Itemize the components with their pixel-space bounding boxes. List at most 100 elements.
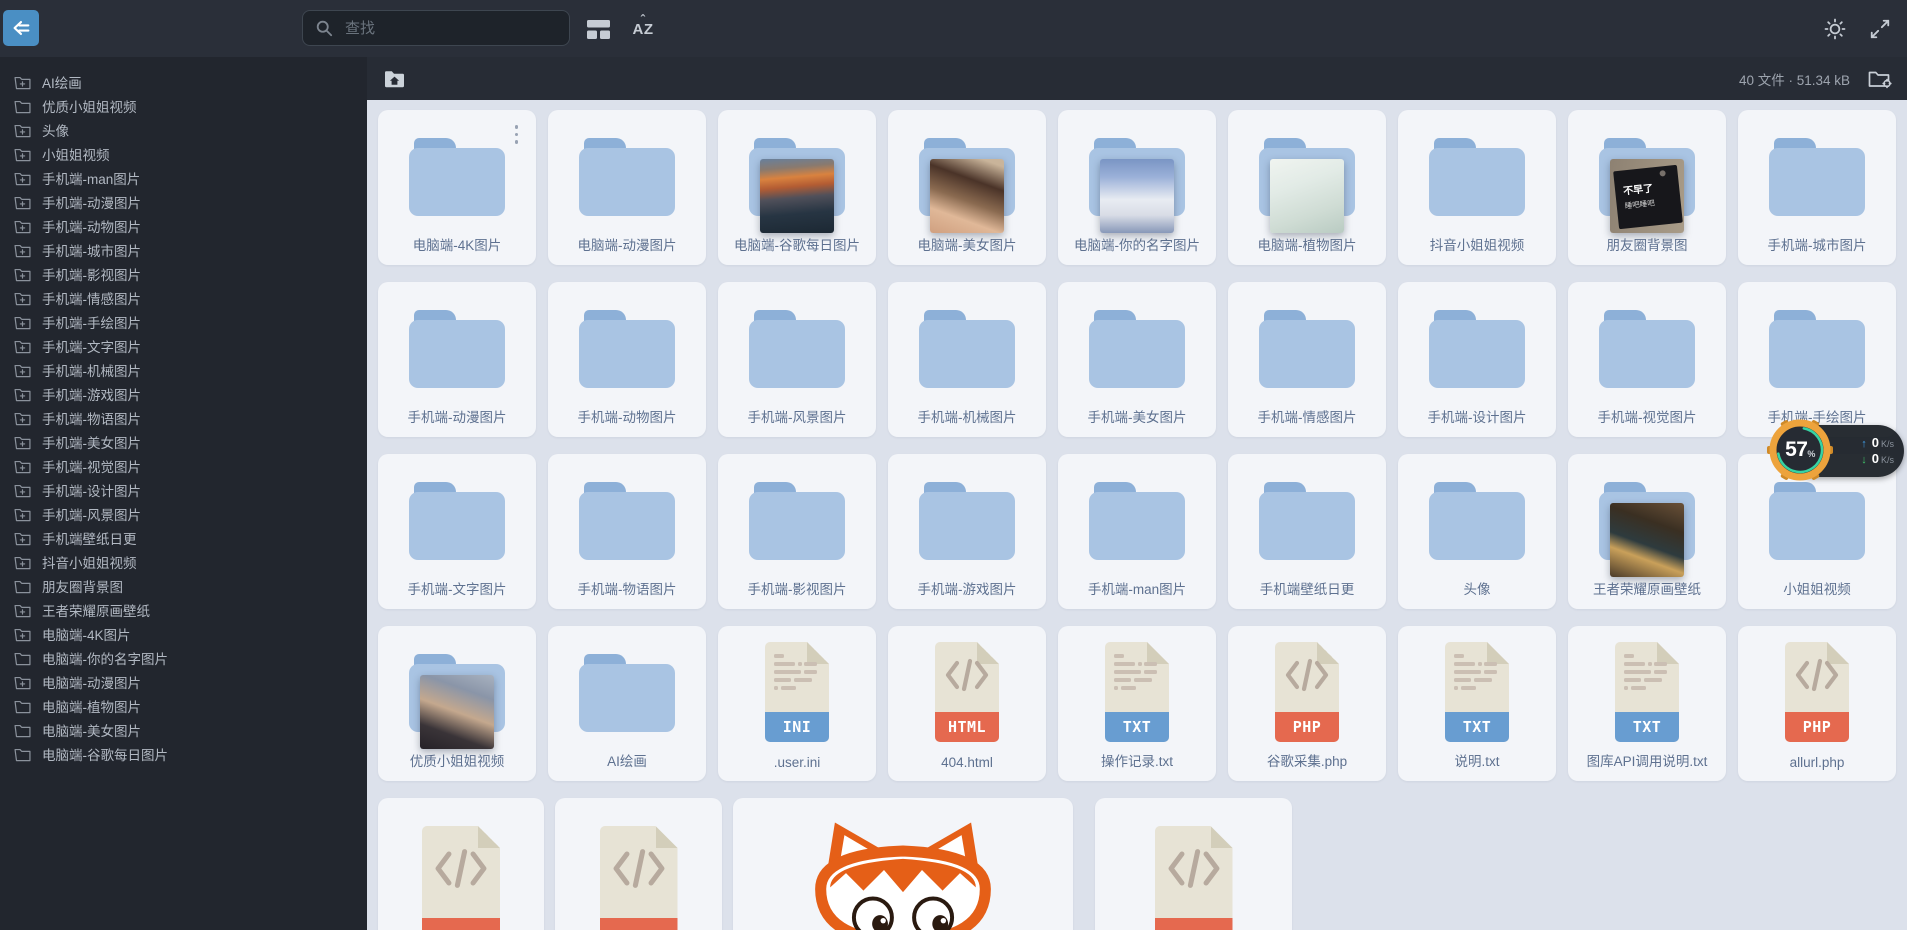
folder-card[interactable]: 手机端-影视图片 xyxy=(718,454,876,609)
sort-button[interactable]: AZ xyxy=(628,14,658,44)
sidebar-item[interactable]: 手机端-man图片 xyxy=(0,166,367,190)
sidebar-item[interactable]: 手机端-动漫图片 xyxy=(0,190,367,214)
folder-card[interactable]: 手机端-物语图片 xyxy=(548,454,706,609)
folder-card[interactable]: 手机端-动漫图片 xyxy=(378,282,536,437)
fullscreen-button[interactable] xyxy=(1865,14,1895,44)
folder-card[interactable]: 抖音小姐姐视频 xyxy=(1398,110,1556,265)
sidebar-item[interactable]: 手机端-文字图片 xyxy=(0,334,367,358)
sidebar-item[interactable]: 朋友圈背景图 xyxy=(0,574,367,598)
folder-card[interactable]: 手机端-游戏图片 xyxy=(888,454,1046,609)
folder-icon xyxy=(579,654,675,732)
folder-card[interactable]: 电脑端-美女图片 xyxy=(888,110,1046,265)
sidebar-item[interactable]: 抖音小姐姐视频 xyxy=(0,550,367,574)
folder-settings-button[interactable] xyxy=(1868,69,1893,89)
file-grid: 电脑端-4K图片 电脑端-动漫图片 电脑端-谷歌每日图片 电脑端-美女图片 电脑端-你的… xyxy=(367,100,1907,781)
sidebar-item[interactable]: 小姐姐视频 xyxy=(0,142,367,166)
file-card[interactable]: HTML 404.html xyxy=(888,626,1046,781)
folder-card[interactable]: 王者荣耀原画壁纸 xyxy=(1568,454,1726,609)
sidebar-item[interactable]: 电脑端-谷歌每日图片 xyxy=(0,742,367,766)
folder-plus-icon xyxy=(14,412,31,425)
folder-card[interactable]: 手机端-美女图片 xyxy=(1058,282,1216,437)
sidebar-item[interactable]: 手机端-动物图片 xyxy=(0,214,367,238)
folder-card[interactable]: 不早了 睡吧睡吧 朋友圈背景图 xyxy=(1568,110,1726,265)
sidebar-item[interactable]: 手机端-影视图片 xyxy=(0,262,367,286)
folder-icon xyxy=(14,748,31,761)
folder-card[interactable]: 电脑端-你的名字图片 xyxy=(1058,110,1216,265)
folder-card[interactable]: 手机端-动物图片 xyxy=(548,282,706,437)
sidebar-item[interactable]: 手机端-机械图片 xyxy=(0,358,367,382)
thumbnail xyxy=(1100,159,1174,233)
item-label: 手机端-文字图片 xyxy=(407,582,507,597)
folder-card[interactable]: AI绘画 xyxy=(548,626,706,781)
search-box[interactable] xyxy=(302,10,570,46)
folder-card[interactable]: 手机端-城市图片 xyxy=(1738,110,1896,265)
folder-card[interactable]: 优质小姐姐视频 xyxy=(378,626,536,781)
file-card[interactable]: TXT 操作记录.txt xyxy=(1058,626,1216,781)
folder-card[interactable]: 手机端-情感图片 xyxy=(1228,282,1386,437)
collapse-sidebar-button[interactable] xyxy=(3,10,39,46)
folder-card[interactable]: 手机端壁纸日更 xyxy=(1228,454,1386,609)
sidebar-item[interactable]: 手机端-风景图片 xyxy=(0,502,367,526)
sidebar-item[interactable]: 手机端-情感图片 xyxy=(0,286,367,310)
sidebar-item[interactable]: 手机端壁纸日更 xyxy=(0,526,367,550)
sidebar-item[interactable]: 手机端-设计图片 xyxy=(0,478,367,502)
folder-card[interactable]: 头像 xyxy=(1398,454,1556,609)
file-card[interactable]: TXT 图库API调用说明.txt xyxy=(1568,626,1726,781)
theme-toggle-button[interactable] xyxy=(1820,14,1850,44)
item-label: 手机端-man图片 xyxy=(1087,582,1187,597)
folder-card[interactable]: 电脑端-植物图片 xyxy=(1228,110,1386,265)
sidebar-item[interactable]: 王者荣耀原画壁纸 xyxy=(0,598,367,622)
folder-card[interactable]: 手机端-man图片 xyxy=(1058,454,1216,609)
sidebar-item[interactable]: 手机端-游戏图片 xyxy=(0,382,367,406)
file-card[interactable]: INI .user.ini xyxy=(718,626,876,781)
sidebar-item[interactable]: 电脑端-动漫图片 xyxy=(0,670,367,694)
file-card[interactable] xyxy=(555,798,722,930)
file-card[interactable]: TXT 说明.txt xyxy=(1398,626,1556,781)
sidebar-item[interactable]: 手机端-城市图片 xyxy=(0,238,367,262)
search-input[interactable] xyxy=(343,18,557,38)
boost-percent-badge[interactable]: 57% xyxy=(1766,416,1834,484)
file-ext-badge xyxy=(600,918,678,930)
sidebar-item[interactable]: 电脑端-美女图片 xyxy=(0,718,367,742)
folder-card[interactable]: 电脑端-4K图片 xyxy=(378,110,536,265)
sidebar-item[interactable]: 电脑端-你的名字图片 xyxy=(0,646,367,670)
text-lines-glyph xyxy=(773,652,821,704)
sidebar-item[interactable]: 电脑端-4K图片 xyxy=(0,622,367,646)
file-card[interactable]: PHP allurl.php xyxy=(1738,626,1896,781)
code-glyph xyxy=(1166,848,1222,889)
file-card[interactable]: PHP 谷歌采集.php xyxy=(1228,626,1386,781)
sidebar-item[interactable]: 手机端-美女图片 xyxy=(0,430,367,454)
item-label: AI绘画 xyxy=(607,754,647,769)
folder-plus-icon xyxy=(14,292,31,305)
image-card[interactable] xyxy=(733,798,1073,930)
sidebar-item[interactable]: 手机端-物语图片 xyxy=(0,406,367,430)
file-icon: TXT xyxy=(1445,642,1509,742)
sidebar-item[interactable]: AI绘画 xyxy=(0,70,367,94)
file-card[interactable] xyxy=(378,798,544,930)
sidebar-item-label: 手机端-城市图片 xyxy=(42,244,141,259)
sidebar-item[interactable]: 电脑端-植物图片 xyxy=(0,694,367,718)
sidebar-item[interactable]: 优质小姐姐视频 xyxy=(0,94,367,118)
folder-settings-icon xyxy=(1868,71,1892,88)
folder-card[interactable]: 电脑端-动漫图片 xyxy=(548,110,706,265)
view-mode-button[interactable] xyxy=(583,14,613,44)
item-label: 电脑端-动漫图片 xyxy=(577,238,677,253)
folder-card[interactable]: 手机端-机械图片 xyxy=(888,282,1046,437)
folder-icon xyxy=(1599,310,1695,388)
sidebar-item[interactable]: 手机端-视觉图片 xyxy=(0,454,367,478)
accelerator-overlay-widget[interactable]: ↑ 0 K/s ↓ 0 K/s 57% xyxy=(1766,412,1907,488)
folder-card[interactable]: 手机端-风景图片 xyxy=(718,282,876,437)
folder-card[interactable]: 手机端-设计图片 xyxy=(1398,282,1556,437)
folder-card[interactable]: 手机端-文字图片 xyxy=(378,454,536,609)
sidebar-item-label: 手机端-动漫图片 xyxy=(42,196,141,211)
home-folder-button[interactable] xyxy=(384,70,405,88)
folder-icon xyxy=(14,100,31,113)
sidebar-item[interactable]: 手机端-手绘图片 xyxy=(0,310,367,334)
folder-icon xyxy=(409,482,505,560)
sidebar-item[interactable]: 头像 xyxy=(0,118,367,142)
file-card[interactable] xyxy=(1095,798,1292,930)
folder-card[interactable]: 电脑端-谷歌每日图片 xyxy=(718,110,876,265)
folder-card[interactable]: 手机端-视觉图片 xyxy=(1568,282,1726,437)
item-menu-button[interactable] xyxy=(513,123,521,146)
folder-icon xyxy=(1259,310,1355,388)
